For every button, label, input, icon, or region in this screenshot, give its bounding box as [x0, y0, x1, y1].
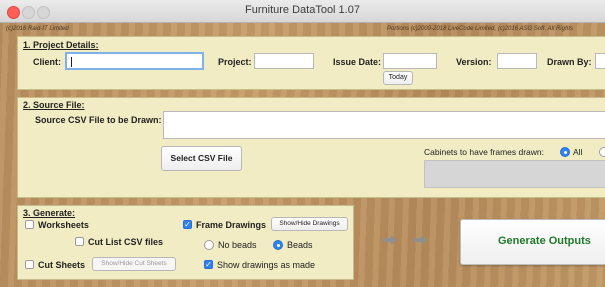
source-file-heading: 2. Source File: — [23, 100, 85, 110]
select-csv-file-button[interactable]: Select CSV File — [161, 146, 242, 171]
beads-radio[interactable] — [273, 240, 283, 250]
show-drawings-label: Show drawings as made — [217, 260, 316, 270]
show-drawings-checkbox[interactable]: ✓ — [204, 260, 213, 269]
version-field[interactable] — [497, 53, 537, 69]
arrow-right-icon — [413, 235, 427, 245]
no-beads-label: No beads — [218, 240, 257, 250]
issue-date-label: Issue Date: — [333, 57, 382, 67]
generate-outputs-label: Generate Outputs — [498, 235, 591, 247]
cabinet-selection-field[interactable] — [424, 160, 605, 188]
left-credit: (c)2016 Raid-IT Limited — [6, 26, 69, 32]
cut-sheets-label: Cut Sheets — [38, 260, 86, 270]
arrow-right-icon — [383, 235, 397, 245]
cabinets-all-radio[interactable] — [560, 147, 570, 157]
window-title: Furniture DataTool 1.07 — [245, 4, 360, 16]
cabinets-label: Cabinets to have frames drawn: — [424, 147, 545, 157]
cut-list-label: Cut List CSV files — [88, 237, 164, 247]
show-hide-cut-sheets-button[interactable]: Show/Hide Cut Sheets — [92, 257, 176, 271]
generate-heading: 3. Generate: — [23, 208, 76, 218]
cabinets-all-label: All — [573, 147, 583, 157]
client-label: Client: — [33, 57, 61, 67]
project-field[interactable] — [254, 53, 314, 69]
beads-label: Beads — [287, 240, 313, 250]
cut-sheets-checkbox[interactable] — [25, 260, 34, 269]
drawn-by-field[interactable] — [595, 53, 605, 69]
worksheets-label: Worksheets — [38, 220, 89, 230]
frame-drawings-checkbox[interactable]: ✓ — [183, 220, 192, 229]
issue-date-field[interactable] — [383, 53, 437, 69]
today-button[interactable]: Today — [383, 71, 413, 85]
no-beads-radio[interactable] — [204, 240, 214, 250]
csv-file-label: Source CSV File to be Drawn: — [35, 115, 162, 125]
worksheets-checkbox[interactable] — [25, 220, 34, 229]
cabinets-other-radio[interactable] — [599, 147, 605, 157]
right-credit: Portions (c)2000-2018 LiveCode Limited, … — [387, 26, 573, 32]
generate-outputs-button[interactable]: Generate Outputs — [460, 219, 605, 265]
show-hide-drawings-button[interactable]: Show/Hide Drawings — [271, 217, 348, 231]
text-cursor — [71, 57, 72, 67]
version-label: Version: — [456, 57, 492, 67]
frame-drawings-label: Frame Drawings — [196, 220, 267, 230]
project-details-heading: 1. Project Details: — [23, 40, 99, 50]
project-label: Project: — [218, 57, 252, 67]
drawn-by-label: Drawn By: — [547, 57, 592, 67]
client-field[interactable] — [65, 52, 204, 70]
csv-file-field[interactable] — [163, 111, 605, 139]
cut-list-checkbox[interactable] — [75, 237, 84, 246]
